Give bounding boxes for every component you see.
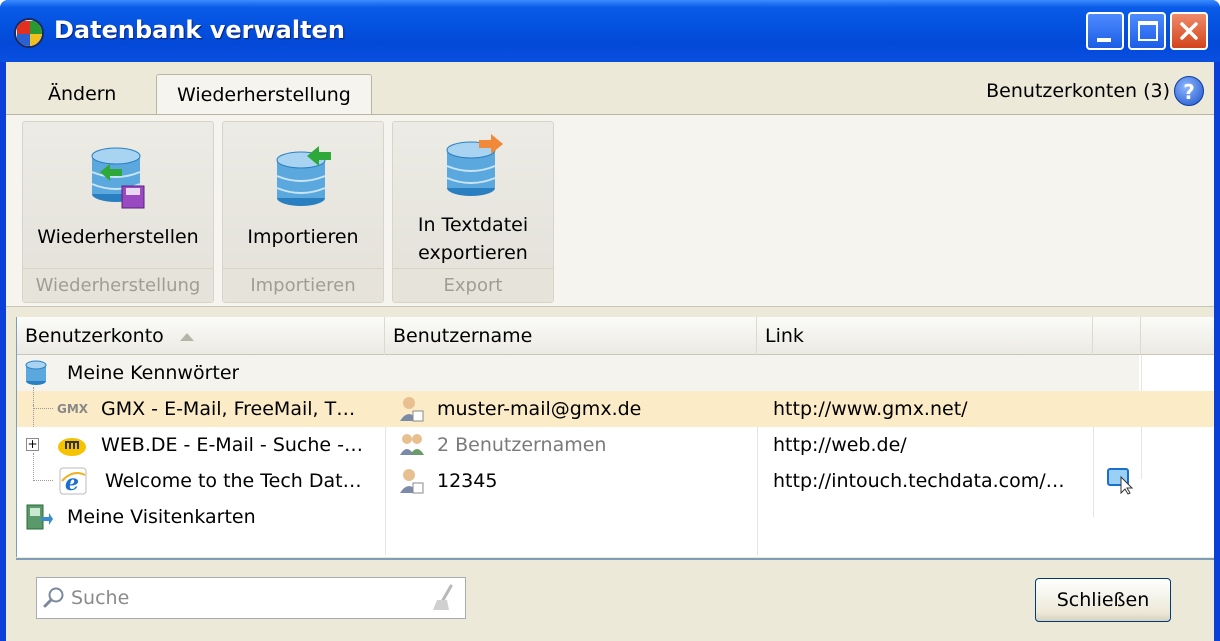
- search-input[interactable]: Suche: [36, 577, 466, 619]
- app-icon: [14, 18, 44, 48]
- tab-aendern[interactable]: Ändern: [28, 74, 136, 114]
- import-button[interactable]: Importieren: [223, 128, 383, 266]
- minimize-button[interactable]: [1086, 12, 1124, 50]
- export-button-label-line1: In Textdatei: [417, 214, 529, 236]
- tree-connector: [33, 405, 34, 427]
- column-header-link[interactable]: Link: [757, 317, 1093, 355]
- help-icon[interactable]: ?: [1174, 76, 1204, 106]
- export-button[interactable]: In Textdatei exportieren: [393, 128, 553, 266]
- database-import-icon: [276, 146, 331, 206]
- group-name: Meine Kennwörter: [67, 362, 240, 384]
- link: http://www.gmx.net/: [773, 398, 968, 420]
- table-row[interactable]: GMX GMX - E-Mail, FreeMail, T… muster-ma…: [17, 387, 1214, 427]
- table-row[interactable]: e Welcome to the Tech Dat… 12345 http://…: [17, 453, 1214, 499]
- account-name: Welcome to the Tech Dat…: [105, 470, 362, 492]
- accounts-count: Benutzerkonten (3): [986, 80, 1170, 102]
- column-header-account[interactable]: Benutzerkonto: [17, 317, 385, 355]
- close-button[interactable]: Schließen: [1035, 578, 1171, 622]
- group-wiederherstellung: Wiederherstellen Wiederherstellung: [22, 121, 214, 303]
- import-button-label: Importieren: [247, 226, 359, 248]
- restore-button-label: Wiederherstellen: [37, 226, 199, 248]
- column-header-action: [1093, 317, 1141, 355]
- search-icon: [43, 587, 64, 608]
- column-header-username[interactable]: Benutzername: [385, 317, 757, 355]
- clear-search-icon[interactable]: [431, 584, 455, 612]
- client-area: Ändern Wiederherstellung Benutzerkonten …: [6, 62, 1214, 641]
- window-title: Datenbank verwalten: [54, 16, 345, 44]
- title-bar[interactable]: Datenbank verwalten: [0, 0, 1220, 62]
- group-row-passwords[interactable]: Meine Kennwörter: [17, 355, 1139, 391]
- user-icon: [400, 397, 424, 422]
- accounts-list[interactable]: Benutzerkonto Benutzername Link Meine Ke…: [16, 317, 1214, 557]
- close-button-label: Schließen: [1056, 589, 1150, 611]
- username: muster-mail@gmx.de: [437, 398, 642, 420]
- list-bottom-border: [16, 558, 1214, 560]
- webde-icon: [58, 438, 86, 456]
- username: 12345: [437, 470, 498, 492]
- group-label-wiederherstellung: Wiederherstellung: [23, 268, 213, 302]
- business-card-icon: [26, 504, 53, 530]
- window: Datenbank verwalten Ändern Wiederherstel…: [0, 0, 1220, 641]
- ribbon: Wiederherstellen Wiederherstellung Impor…: [6, 114, 1214, 307]
- user-icon: [400, 469, 424, 494]
- list-header: Benutzerkonto Benutzername Link: [17, 317, 1214, 355]
- tab-wiederherstellung[interactable]: Wiederherstellung: [156, 74, 372, 114]
- account-name: WEB.DE - E-Mail - Suche -…: [101, 434, 364, 456]
- tree-connector: [33, 453, 53, 481]
- open-link-icon[interactable]: [1107, 467, 1135, 495]
- ie-icon: e: [59, 467, 87, 495]
- restore-button[interactable]: Wiederherstellen: [23, 128, 213, 266]
- group-row-business-cards[interactable]: Meine Visitenkarten: [17, 499, 1214, 535]
- multiple-users-icon: [400, 434, 424, 455]
- group-label-export: Export: [393, 268, 553, 302]
- expand-icon[interactable]: +: [26, 438, 39, 451]
- table-row[interactable]: + WEB.DE - E-Mail - Suche -… 2 Benutzern…: [17, 405, 1214, 463]
- close-window-button[interactable]: [1170, 12, 1208, 50]
- username: 2 Benutzernamen: [437, 434, 607, 456]
- group-label-importieren: Importieren: [223, 268, 383, 302]
- database-restore-icon: [91, 147, 145, 209]
- search-placeholder: Suche: [71, 587, 130, 609]
- database-icon: [25, 360, 47, 385]
- database-export-icon: [446, 134, 503, 196]
- column-header-account-label: Benutzerkonto: [25, 325, 164, 347]
- group-importieren: Importieren Importieren: [222, 121, 384, 303]
- export-button-label-line2: exportieren: [418, 242, 528, 264]
- group-export: In Textdatei exportieren Export: [392, 121, 554, 303]
- maximize-button[interactable]: [1128, 12, 1166, 50]
- ribbon-tabstrip: Ändern Wiederherstellung Benutzerkonten …: [6, 62, 1214, 114]
- account-name: GMX - E-Mail, FreeMail, T…: [101, 398, 356, 420]
- gmx-icon: GMX: [57, 402, 89, 416]
- tree-connector: [33, 387, 53, 409]
- link: http://web.de/: [773, 434, 907, 456]
- group-name: Meine Visitenkarten: [67, 506, 256, 528]
- sort-ascending-icon: [179, 332, 194, 341]
- link: http://intouch.techdata.com/…: [773, 470, 1065, 492]
